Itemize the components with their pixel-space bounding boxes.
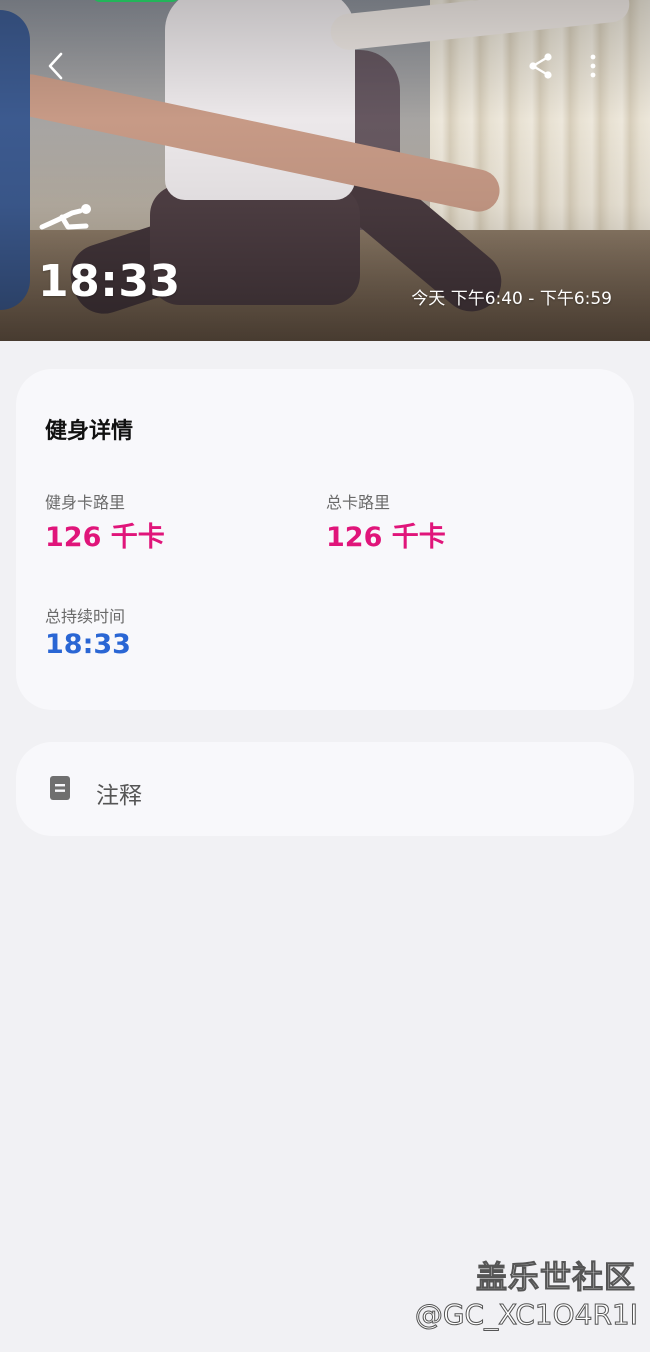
- back-button[interactable]: [34, 44, 78, 88]
- more-vertical-icon: [590, 54, 596, 78]
- yoga-pose-icon: [39, 204, 91, 230]
- workout-duration: 18:33: [38, 256, 181, 307]
- notes-row[interactable]: 注释: [16, 742, 634, 836]
- chevron-left-icon: [48, 52, 63, 80]
- workout-calories-value: 126 千卡: [45, 522, 165, 553]
- workout-calories-label: 健身卡路里: [45, 493, 126, 512]
- share-icon: [529, 53, 552, 79]
- total-duration-value: 18:33: [45, 629, 131, 660]
- status-pill: [92, 0, 180, 2]
- workout-time-range: 今天 下午6:40 - 下午6:59: [411, 289, 612, 309]
- watermark-user: @GC_XC1O4R1I: [414, 1298, 638, 1332]
- total-calories-value: 126 千卡: [326, 522, 446, 553]
- note-document-icon: [50, 776, 70, 800]
- workout-hero-image: 18:33 今天 下午6:40 - 下午6:59: [0, 0, 650, 341]
- total-calories-label: 总卡路里: [326, 493, 391, 512]
- share-button[interactable]: [519, 44, 563, 88]
- more-options-button[interactable]: [571, 44, 615, 88]
- details-title: 健身详情: [45, 419, 134, 444]
- notes-label: 注释: [96, 783, 142, 809]
- workout-details-card: 健身详情 健身卡路里 126 千卡 总卡路里 126 千卡 总持续时间 18:3…: [16, 369, 634, 710]
- watermark-community: 盖乐世社区: [476, 1260, 636, 1297]
- total-duration-label: 总持续时间: [45, 607, 126, 626]
